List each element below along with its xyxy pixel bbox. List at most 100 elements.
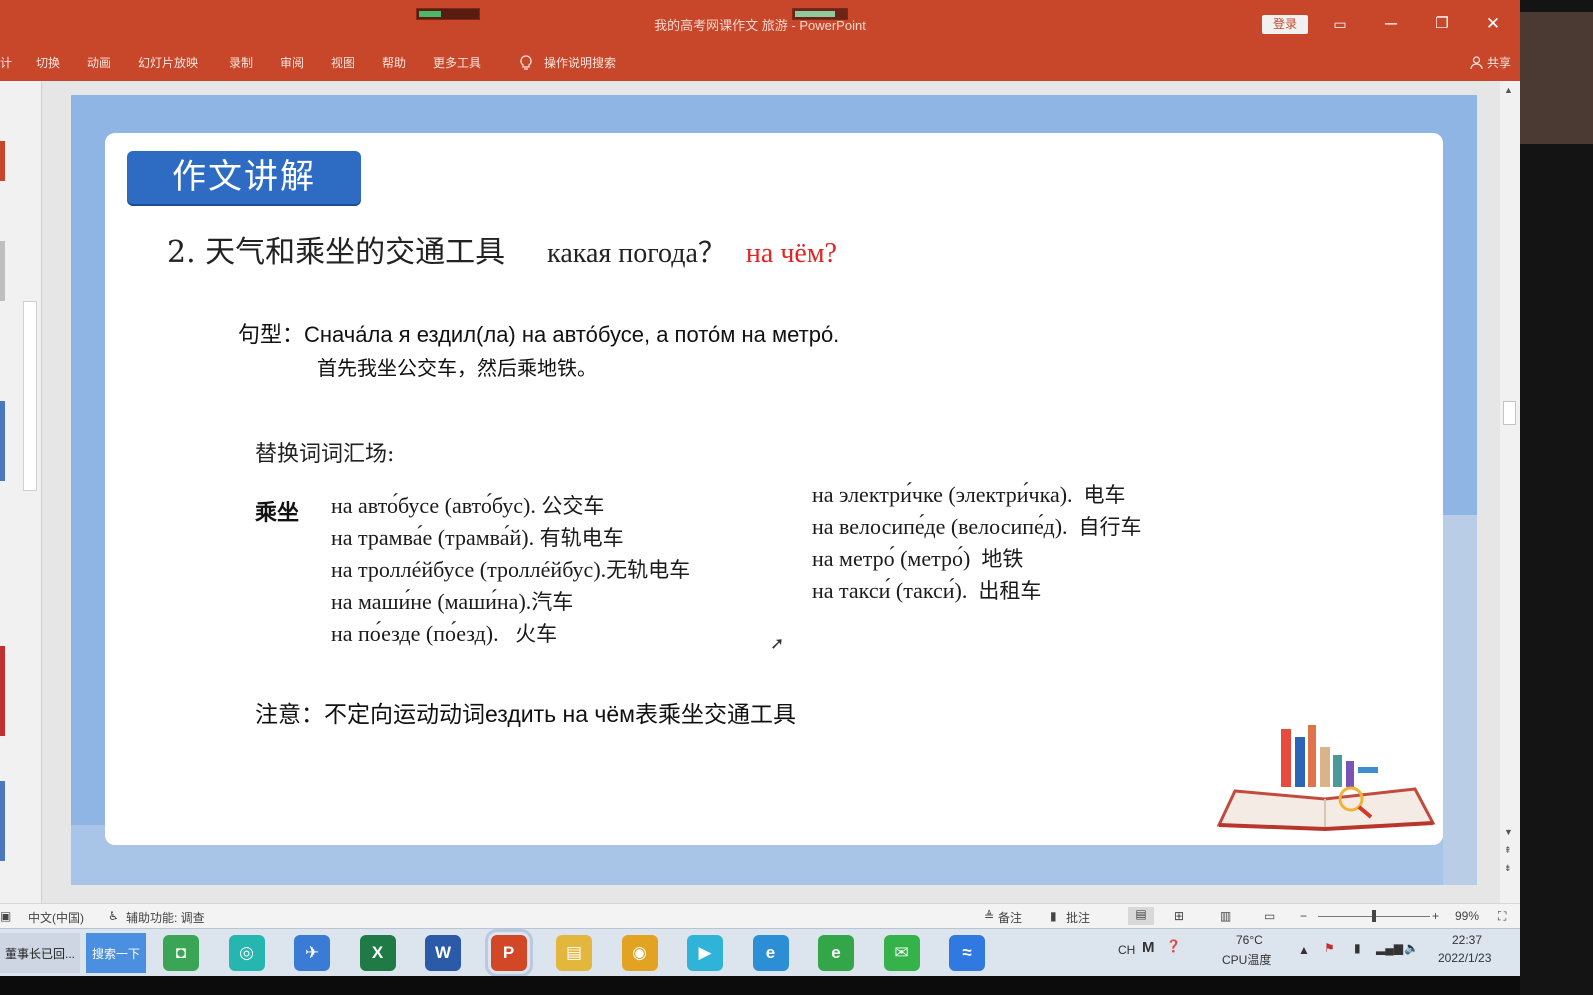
title-russian: какая погода？ xyxy=(547,238,726,269)
network-icon[interactable]: ▂▄▆ xyxy=(1376,941,1403,955)
clock-date[interactable]: 2022/1/23 xyxy=(1438,951,1491,965)
zoom-level[interactable]: 99% xyxy=(1455,909,1479,923)
scrollbar-thumb[interactable] xyxy=(1503,401,1516,425)
comments-icon[interactable]: ▮ xyxy=(1050,909,1057,923)
minimize-button[interactable]: ─ xyxy=(1371,10,1411,38)
list-item: на маши́не (маши́на).汽车 xyxy=(331,589,574,614)
vertical-scrollbar[interactable]: ▲ ▼ ⇞ ⇟ xyxy=(1500,81,1520,903)
wechat-icon[interactable]: ✉ xyxy=(883,935,920,971)
tab-record[interactable]: 录制 xyxy=(229,54,253,71)
ribbon-display-options-icon[interactable]: ▭ xyxy=(1320,10,1360,38)
login-button[interactable]: 登录 xyxy=(1262,15,1308,34)
file-explorer-icon[interactable]: ▤ xyxy=(556,935,592,971)
powerpoint-icon[interactable]: P xyxy=(484,929,533,977)
search-button[interactable]: 搜索一下 xyxy=(86,933,146,973)
help-icon[interactable]: ❓ xyxy=(1166,939,1181,953)
excel-icon[interactable]: X xyxy=(359,935,396,971)
books-illustration-icon xyxy=(1216,725,1436,832)
volume-icon[interactable]: 🔈 xyxy=(1404,941,1419,955)
pattern-russian: Снача́ла я ездил(ла) на авто́бусе, а пот… xyxy=(304,322,840,347)
clock-time[interactable]: 22:37 xyxy=(1452,933,1482,947)
taskbar-window-item[interactable]: 董事长已回... xyxy=(0,933,80,973)
previous-slide-icon[interactable]: ⇞ xyxy=(1504,845,1512,856)
zoom-slider-thumb[interactable] xyxy=(1372,910,1376,922)
restore-button[interactable]: ❐ xyxy=(1422,10,1462,38)
store-icon[interactable]: ◘ xyxy=(163,935,199,971)
title-bar: 我的高考网课作文 旅游 - PowerPoint 登录 ▭ ─ ❐ ✕ xyxy=(0,0,1520,45)
sentence-pattern[interactable]: 句型：Снача́ла я ездил(ла) на авто́бусе, а … xyxy=(238,317,839,349)
browser-360-icon[interactable]: ◎ xyxy=(228,935,265,971)
slide-background-decoration xyxy=(1443,515,1477,885)
feishu-icon[interactable]: ✈ xyxy=(294,935,330,971)
show-hidden-icons-icon[interactable]: ▲ xyxy=(1298,943,1310,957)
title-red-question: на чём? xyxy=(745,238,837,269)
fit-to-window-icon[interactable]: ⛶ xyxy=(1498,909,1506,924)
list-item: на электри́чке (электри́чка). 电车 xyxy=(812,482,1126,507)
accessibility-icon[interactable]: ♿ xyxy=(108,909,119,923)
thumbnail-strip xyxy=(0,781,5,861)
tell-me-search[interactable]: 操作说明搜索 xyxy=(520,54,616,71)
webcam-video xyxy=(1520,12,1593,144)
thumbnail-strip-selected[interactable] xyxy=(0,646,5,736)
close-button[interactable]: ✕ xyxy=(1473,10,1513,38)
lightbulb-icon xyxy=(520,54,532,70)
flag-icon[interactable]: ⚑ xyxy=(1324,941,1335,955)
media-player-icon[interactable]: ▶ xyxy=(687,935,723,971)
note-text[interactable]: 注意：不定向运动动词ездить на чём表乘坐交通工具 xyxy=(255,695,796,729)
tab-animations[interactable]: 动画 xyxy=(87,54,111,71)
tab-review[interactable]: 审阅 xyxy=(280,54,304,71)
comments-button[interactable]: 批注 xyxy=(1066,909,1090,926)
screen-border xyxy=(0,976,1520,995)
list-item: на трамва́е (трамва́й). 有轨电车 xyxy=(331,525,624,550)
slide-canvas[interactable]: 作文讲解 2. 天气和乘坐的交通工具 какая погода？ на чём? 句… xyxy=(71,95,1477,885)
slide-view-icon[interactable]: ▣ xyxy=(0,909,11,923)
normal-view-icon[interactable]: ▤ xyxy=(1128,907,1154,925)
browser-e-icon[interactable]: e xyxy=(818,935,854,971)
accessibility-status[interactable]: 辅助功能: 调查 xyxy=(126,909,205,926)
internet-explorer-icon[interactable]: e xyxy=(752,935,789,971)
webcam-overlay xyxy=(1520,0,1593,995)
person-icon xyxy=(1470,55,1483,69)
chrome-icon[interactable]: ◉ xyxy=(621,935,658,971)
zoom-in-button[interactable]: + xyxy=(1432,909,1439,923)
tab-more-tools[interactable]: 更多工具 xyxy=(433,54,481,71)
cpu-temperature: 76°C xyxy=(1236,933,1263,947)
tell-me-label: 操作说明搜索 xyxy=(544,56,617,70)
thumbnail-strip xyxy=(0,401,5,481)
share-button[interactable]: 共享 xyxy=(1470,54,1511,71)
language-status[interactable]: 中文(中国) xyxy=(28,909,84,926)
ime-indicator[interactable]: CH xyxy=(1118,943,1135,957)
cpu-temperature-label: CPU温度 xyxy=(1222,953,1272,967)
vocab-list-left[interactable]: на авто́бусе (авто́бус). 公交车 на трамва́е… xyxy=(331,490,690,650)
notes-button[interactable]: 备注 xyxy=(998,909,1022,926)
reading-view-icon[interactable]: ▥ xyxy=(1220,909,1231,923)
share-label: 共享 xyxy=(1487,56,1512,70)
tab-transitions[interactable]: 切换 xyxy=(36,54,60,71)
slide-sorter-view-icon[interactable]: ⊞ xyxy=(1174,909,1184,923)
pattern-translation[interactable]: 首先我坐公交车，然后乘地铁。 xyxy=(317,352,597,381)
scroll-down-arrow-icon[interactable]: ▼ xyxy=(1504,827,1513,837)
tab-slideshow[interactable]: 幻灯片放映 xyxy=(138,54,198,71)
notes-icon[interactable]: ≜ xyxy=(984,909,994,923)
thumbnail-scrollbar[interactable] xyxy=(23,301,37,491)
tab-help[interactable]: 帮助 xyxy=(382,54,406,71)
pattern-label: 句型： xyxy=(238,322,305,347)
vocabulary-title[interactable]: 替换词词汇场: xyxy=(255,436,394,468)
vocab-list-right[interactable]: на электри́чке (электри́чка). 电车 на вело… xyxy=(812,479,1142,607)
next-slide-icon[interactable]: ⇟ xyxy=(1504,863,1512,874)
zoom-out-button[interactable]: − xyxy=(1300,909,1307,923)
tab-design[interactable]: 计 xyxy=(0,54,12,71)
slide-title[interactable]: 2. 天气和乘坐的交通工具 какая погода？ на чём? xyxy=(167,227,837,271)
ride-label[interactable]: 乘坐 xyxy=(255,495,299,527)
list-item: на такси́ (такси́). 出租车 xyxy=(812,578,1042,603)
tab-view[interactable]: 视图 xyxy=(331,54,355,71)
tray-m-icon[interactable]: M xyxy=(1142,939,1155,956)
slideshow-view-icon[interactable]: ▭ xyxy=(1264,909,1275,923)
word-icon[interactable]: W xyxy=(425,935,461,971)
slide-heading-box[interactable]: 作文讲解 xyxy=(127,151,361,204)
tencent-meeting-icon[interactable]: ≈ xyxy=(949,935,985,971)
battery-icon[interactable]: ▮ xyxy=(1354,941,1361,955)
slide-thumbnail-pane[interactable] xyxy=(0,81,42,903)
scroll-up-arrow-icon[interactable]: ▲ xyxy=(1504,85,1513,95)
slide-content-card: 作文讲解 2. 天气和乘坐的交通工具 какая погода？ на чём? 句… xyxy=(105,133,1443,845)
